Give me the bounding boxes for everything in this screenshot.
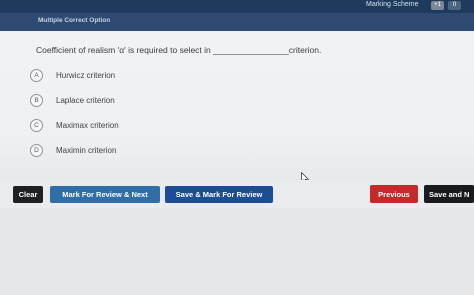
question-text: Coefficient of realism 'α' is required t… bbox=[36, 45, 322, 55]
option-b[interactable]: B Laplace criterion bbox=[30, 93, 115, 107]
marking-scheme-label: Marking Scheme bbox=[366, 1, 419, 8]
question-type-label: Multiple Correct Option bbox=[38, 17, 111, 24]
mark-for-review-next-button[interactable]: Mark For Review & Next bbox=[50, 186, 160, 203]
option-a[interactable]: A Hurwicz criterion bbox=[30, 68, 115, 82]
top-header-bar: Marking Scheme +1 0 bbox=[0, 0, 474, 13]
option-a-letter: A bbox=[30, 68, 43, 82]
option-b-letter: B bbox=[30, 93, 43, 107]
save-and-next-button[interactable]: Save and N bbox=[424, 185, 474, 203]
option-c-letter: C bbox=[30, 118, 43, 132]
negative-marks-badge: 0 bbox=[448, 1, 461, 10]
save-mark-for-review-button[interactable]: Save & Mark For Review bbox=[165, 186, 273, 203]
option-d[interactable]: D Maximin criterion bbox=[30, 143, 116, 157]
option-d-letter: D bbox=[30, 143, 43, 157]
question-type-bar: Multiple Correct Option bbox=[0, 13, 474, 31]
positive-marks-badge: +1 bbox=[431, 1, 444, 10]
footer-area bbox=[0, 208, 474, 295]
option-d-text: Maximin criterion bbox=[56, 145, 117, 155]
option-b-text: Laplace criterion bbox=[56, 95, 115, 105]
option-a-text: Hurwicz criterion bbox=[56, 70, 116, 80]
clear-button[interactable]: Clear bbox=[13, 186, 43, 203]
previous-button[interactable]: Previous bbox=[370, 185, 418, 203]
option-c-text: Maximax criterion bbox=[56, 120, 119, 130]
option-c[interactable]: C Maximax criterion bbox=[30, 118, 119, 132]
